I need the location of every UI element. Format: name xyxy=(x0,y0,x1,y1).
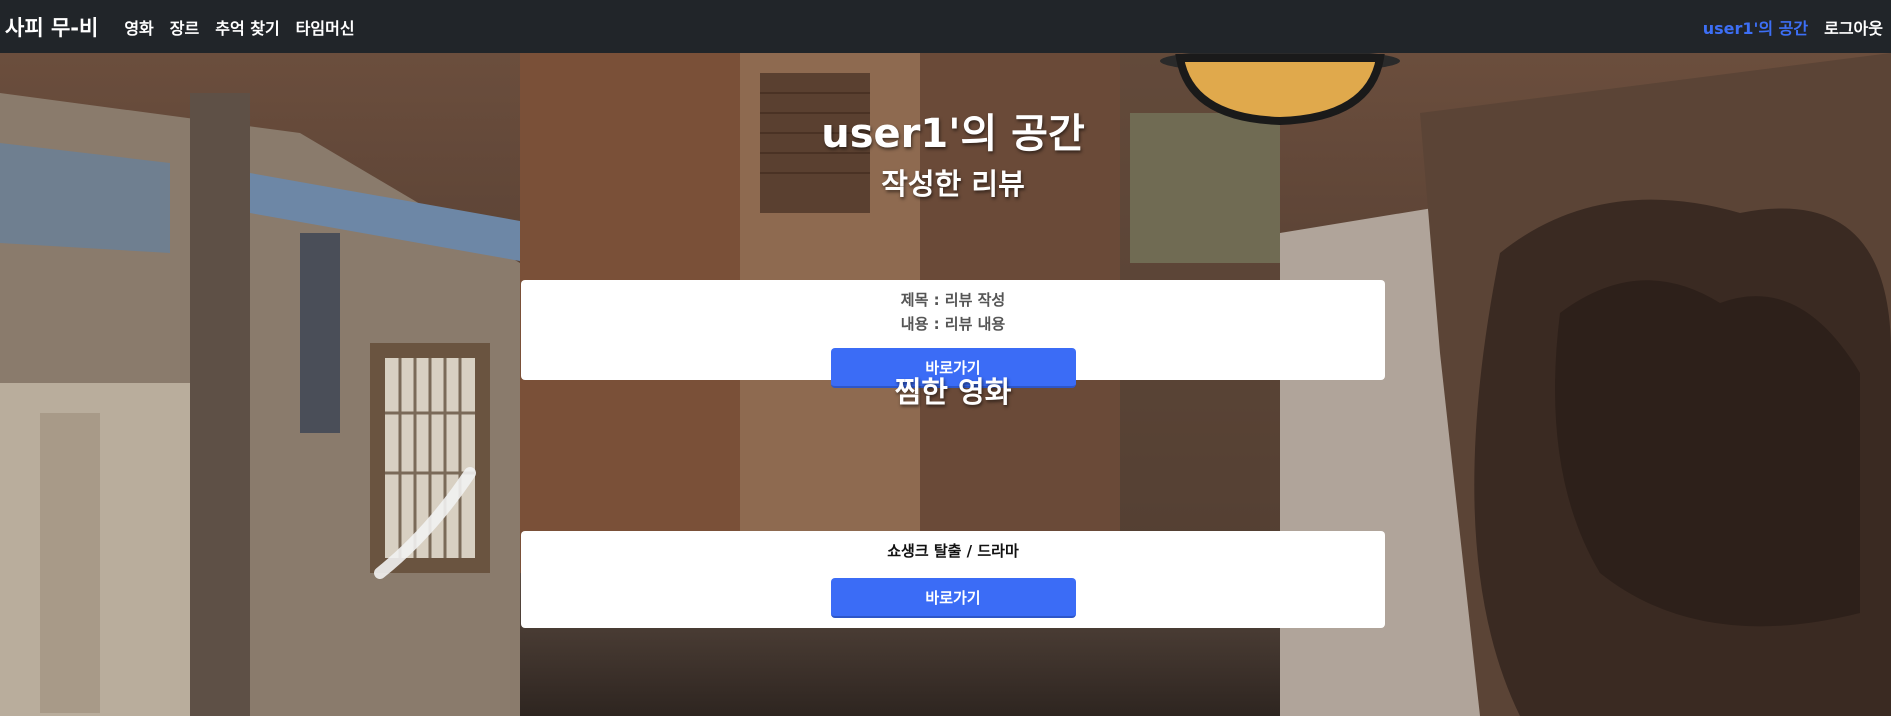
liked-movie-card: 쇼생크 탈출 / 드라마 바로가기 xyxy=(521,531,1385,628)
nav-links: 영화 장르 추억 찾기 타임머신 xyxy=(124,15,370,39)
liked-section-title: 찜한 영화 xyxy=(894,375,1012,409)
nav-link-movies[interactable]: 영화 xyxy=(124,15,153,39)
user-space-page: user1'의 공간 작성한 리뷰 제목 : 리뷰 작성 내용 : 리뷰 내용 … xyxy=(0,53,1891,716)
reviews-section-title: 작성한 리뷰 xyxy=(881,167,1025,201)
nav-link-memories[interactable]: 추억 찾기 xyxy=(215,15,279,39)
review-title: 제목 : 리뷰 작성 xyxy=(900,291,1006,309)
review-content: 내용 : 리뷰 내용 xyxy=(900,315,1006,333)
nav-link-genres[interactable]: 장르 xyxy=(170,15,199,39)
review-card: 제목 : 리뷰 작성 내용 : 리뷰 내용 바로가기 xyxy=(521,280,1385,388)
top-navbar: 사피 무-비 영화 장르 추억 찾기 타임머신 user1'의 공간 로그아웃 xyxy=(0,0,1891,53)
nav-link-time-machine[interactable]: 타임머신 xyxy=(296,15,355,39)
brand-logo[interactable]: 사피 무-비 xyxy=(5,12,98,42)
nav-user-links: user1'의 공간 로그아웃 xyxy=(1703,0,1891,53)
page-title: user1'의 공간 xyxy=(821,111,1085,157)
nav-link-profile[interactable]: user1'의 공간 xyxy=(1703,15,1808,39)
nav-link-logout[interactable]: 로그아웃 xyxy=(1824,15,1883,39)
liked-movie-info: 쇼생크 탈출 / 드라마 xyxy=(887,542,1019,560)
liked-movie-go-button[interactable]: 바로가기 xyxy=(830,578,1076,618)
